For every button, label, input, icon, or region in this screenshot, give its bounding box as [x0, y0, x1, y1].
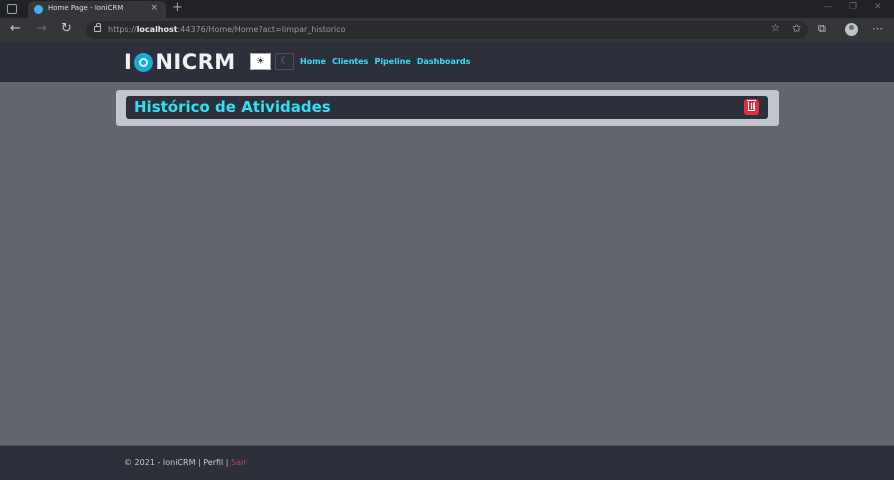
tab-close-icon[interactable]: ×	[150, 3, 158, 13]
minimize-icon[interactable]: —	[823, 2, 832, 12]
tab-title: Home Page - IoniCRM	[48, 4, 124, 12]
app-navbar: I NICRM ☀ ☾ Home Clientes Pipeline Dashb…	[0, 42, 894, 82]
logo-o-icon	[134, 52, 154, 72]
favorites-icon[interactable]: ✩	[792, 22, 801, 35]
clear-history-button[interactable]	[744, 99, 759, 115]
perfil-link[interactable]: Perfil	[203, 458, 223, 467]
forward-icon[interactable]: →	[36, 22, 47, 36]
footer: © 2021 - IoniCRM | Perfil | Sair	[0, 445, 894, 480]
main-menu: Home Clientes Pipeline Dashboards	[300, 57, 470, 66]
light-theme-button[interactable]: ☀	[250, 53, 271, 70]
browser-tab-bar: Home Page - IoniCRM × + — ❐ ✕	[0, 0, 894, 18]
history-card: Histórico de Atividades	[116, 90, 779, 126]
trash-icon	[747, 100, 756, 111]
favicon-icon	[34, 5, 43, 14]
url-text[interactable]: https://localhost:44376/Home/Home?act=li…	[108, 25, 346, 34]
address-bar[interactable]: https://localhost:44376/Home/Home?act=li…	[86, 21, 808, 39]
refresh-icon[interactable]: ↻	[61, 22, 72, 36]
browser-toolbar: ← → ↻ https://localhost:44376/Home/Home?…	[0, 18, 894, 42]
logo-letter-i: I	[124, 50, 133, 74]
nav-dashboards[interactable]: Dashboards	[417, 57, 471, 66]
page-title: Histórico de Atividades	[134, 98, 331, 116]
copyright-text: © 2021 - IoniCRM |	[124, 458, 204, 467]
nav-pipeline[interactable]: Pipeline	[374, 57, 410, 66]
restore-icon[interactable]: ❐	[849, 2, 857, 12]
collections-icon[interactable]: ⧉	[818, 22, 826, 36]
nav-clientes[interactable]: Clientes	[332, 57, 369, 66]
sair-link[interactable]: Sair	[231, 458, 247, 467]
new-tab-icon[interactable]: +	[172, 0, 183, 15]
nav-home[interactable]: Home	[300, 57, 326, 66]
close-window-icon[interactable]: ✕	[874, 2, 882, 12]
profile-icon[interactable]	[845, 23, 858, 36]
lock-icon[interactable]	[94, 23, 101, 32]
moon-icon: ☾	[280, 56, 289, 67]
logo-text: NICRM	[155, 50, 236, 74]
more-menu-icon[interactable]: ⋯	[872, 22, 883, 35]
footer-separator: |	[223, 458, 232, 467]
sun-icon: ☀	[256, 56, 265, 67]
history-card-header: Histórico de Atividades	[126, 96, 768, 119]
footer-text: © 2021 - IoniCRM | Perfil | Sair	[124, 458, 247, 467]
add-favorite-icon[interactable]: ☆	[771, 23, 780, 34]
ionicrm-logo[interactable]: I NICRM	[124, 50, 236, 74]
browser-tab[interactable]: Home Page - IoniCRM ×	[28, 1, 166, 18]
dark-theme-button[interactable]: ☾	[275, 53, 294, 70]
back-icon[interactable]: ←	[10, 22, 21, 36]
window-menu-icon[interactable]	[7, 4, 17, 14]
